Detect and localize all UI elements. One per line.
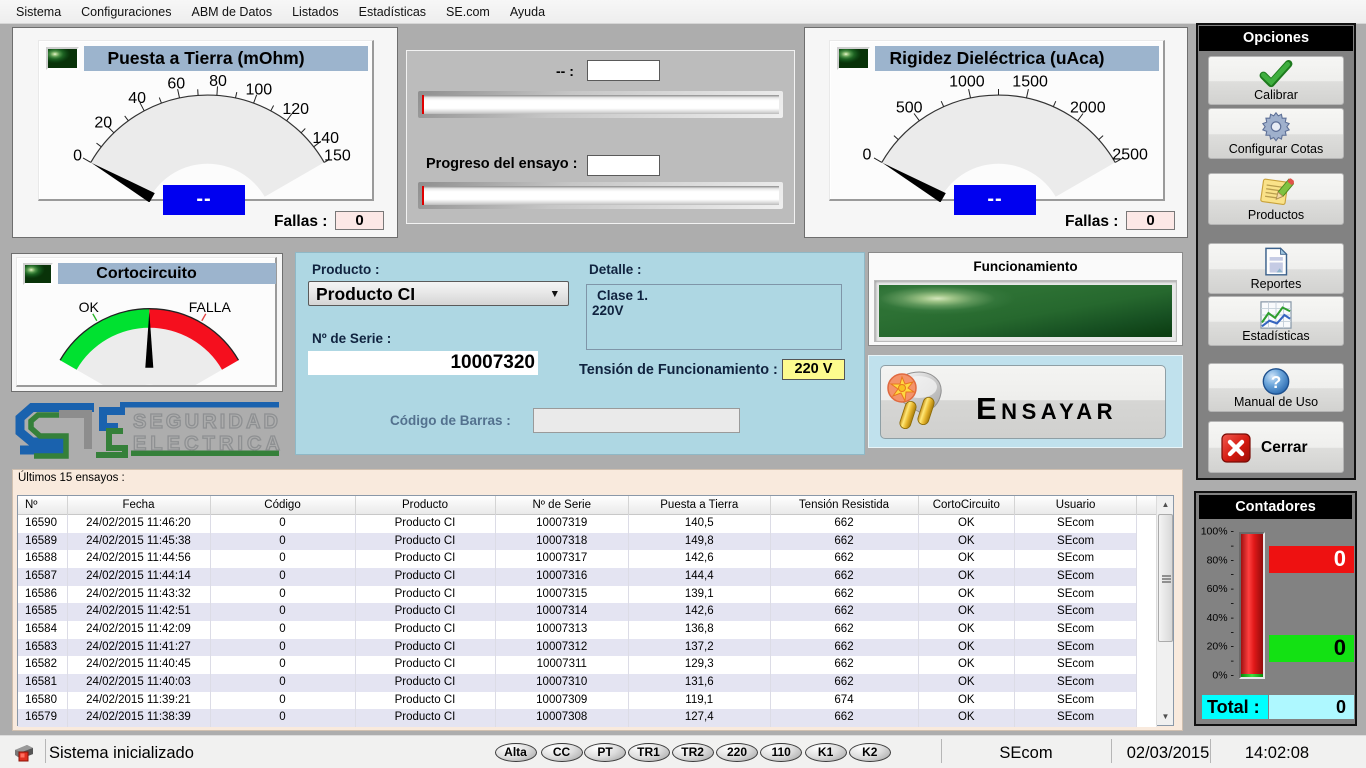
- svg-text:-: -: [1231, 655, 1235, 667]
- svg-text:80% -: 80% -: [1207, 554, 1235, 566]
- svg-text:100: 100: [245, 81, 272, 98]
- svg-text:ELECTRICA: ELECTRICA: [133, 433, 281, 455]
- svg-text:-: -: [1231, 569, 1235, 581]
- svg-text:1000: 1000: [949, 74, 985, 91]
- svg-text:0: 0: [73, 147, 82, 164]
- svg-text:20% -: 20% -: [1207, 641, 1235, 653]
- svg-text:40: 40: [128, 90, 146, 107]
- svg-text:60: 60: [167, 76, 185, 93]
- svg-text:60% -: 60% -: [1207, 583, 1235, 595]
- svg-text:OK: OK: [79, 299, 100, 315]
- svg-text:140: 140: [312, 130, 339, 147]
- svg-text:500: 500: [896, 99, 923, 116]
- svg-text:2500: 2500: [1112, 146, 1148, 163]
- svg-text:40% -: 40% -: [1207, 612, 1235, 624]
- svg-text:0: 0: [862, 146, 871, 163]
- svg-text:150: 150: [324, 147, 351, 164]
- svg-text:120: 120: [282, 101, 309, 118]
- svg-text:FALLA: FALLA: [189, 299, 232, 315]
- svg-text:0% -: 0% -: [1212, 670, 1234, 682]
- svg-text:80: 80: [209, 73, 227, 90]
- svg-text:SEGURIDAD: SEGURIDAD: [133, 411, 279, 433]
- svg-text:-: -: [1231, 540, 1235, 552]
- svg-text:20: 20: [94, 115, 112, 132]
- svg-text:-: -: [1231, 626, 1235, 638]
- svg-text:100% -: 100% -: [1201, 526, 1235, 538]
- svg-text:?: ?: [1271, 372, 1282, 392]
- svg-text:-: -: [1231, 598, 1235, 610]
- svg-text:2000: 2000: [1070, 99, 1106, 116]
- svg-text:1500: 1500: [1012, 74, 1048, 91]
